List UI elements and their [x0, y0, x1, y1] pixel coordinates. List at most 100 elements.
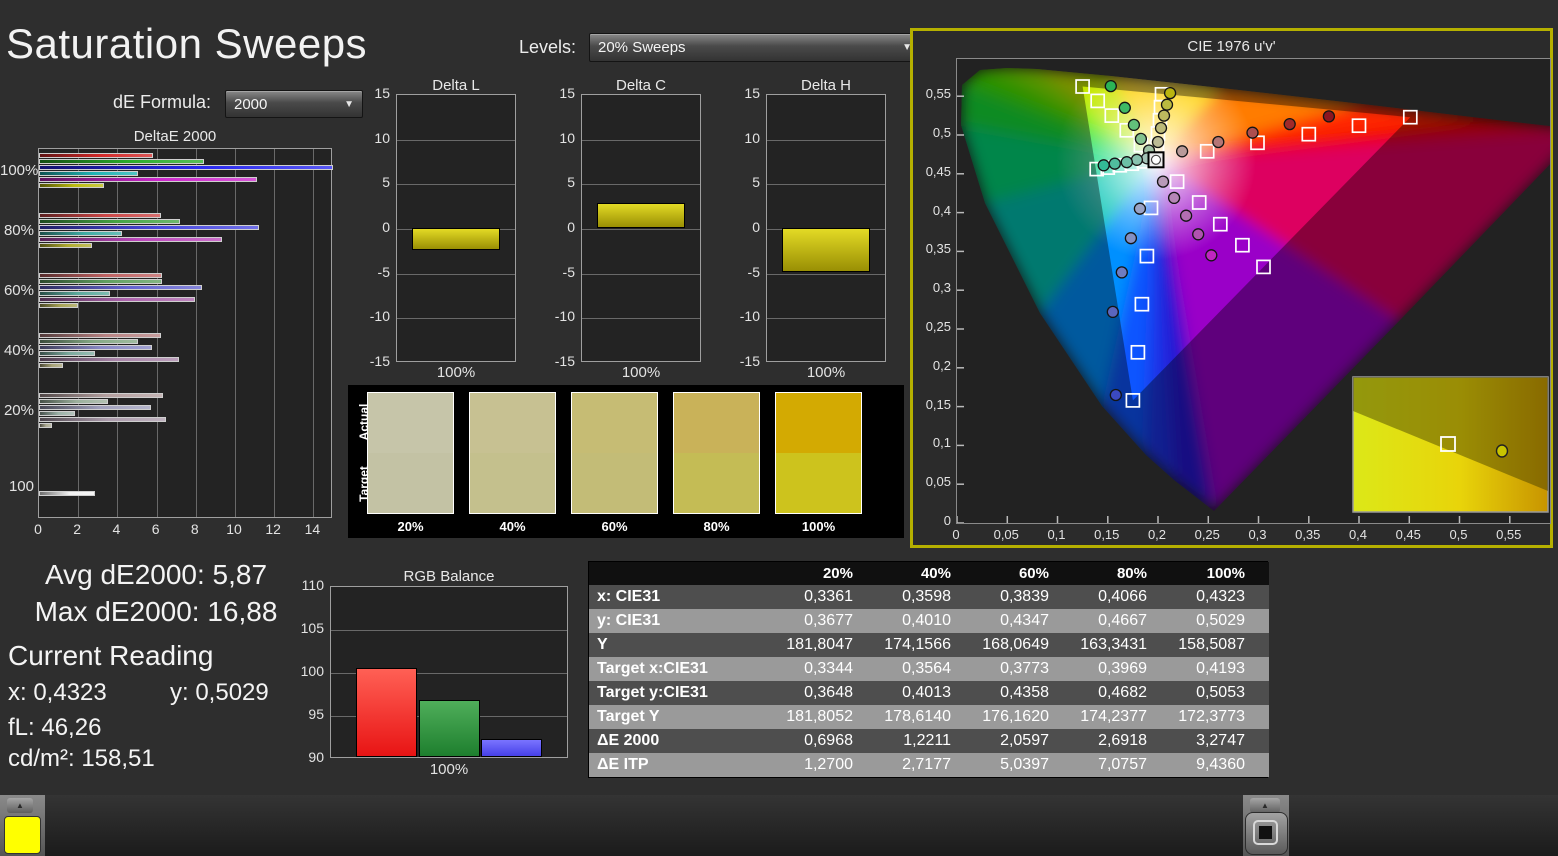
x-tick-label: 10: [226, 521, 242, 537]
deltae2000-plot: [38, 148, 333, 518]
gridline: [235, 149, 236, 517]
cie-x-tick: 0,45: [1395, 527, 1421, 542]
table-cell: 0,3839: [975, 585, 1073, 609]
stop-measure-button[interactable]: [1245, 812, 1288, 855]
de-bar-cyan: [39, 231, 122, 236]
x-tick-label: 0: [34, 521, 42, 537]
table-row-label: y: CIE31: [589, 609, 779, 633]
actual-color: [368, 393, 453, 453]
white-point-measured: [1150, 154, 1162, 165]
actual-target-swatch-panel: Actual Target 20% 40% 60% 80% 100%: [348, 385, 904, 538]
table-header: 100%: [1171, 562, 1269, 585]
measured-point-cyan: [1097, 159, 1110, 172]
measured-point-green: [1118, 101, 1131, 114]
gridline: [196, 149, 197, 517]
table-cell: 0,4682: [1073, 681, 1171, 705]
de-bar-yellow: [39, 423, 52, 428]
table-row-label: Target x:CIE31: [589, 657, 779, 681]
x-tick-label: 6: [151, 521, 160, 537]
table-row-label: ΔE ITP: [589, 753, 779, 777]
measured-point-red: [1246, 126, 1259, 139]
y-tick-label: -15: [554, 353, 575, 369]
target-color: [470, 453, 555, 513]
delta_l-title: Delta L: [432, 77, 480, 94]
de-bar-magenta: [39, 237, 222, 242]
y-tick-label: 0: [382, 219, 390, 235]
measured-point-yellow: [1160, 98, 1174, 111]
y-tick-label: -10: [554, 308, 575, 324]
cie-y-tick: 0,55: [925, 86, 951, 102]
gridline: [274, 149, 275, 517]
y-tick-label: -5: [747, 264, 760, 280]
table-cell: 0,5053: [1171, 681, 1269, 705]
measured-point-cyan: [1130, 153, 1144, 166]
levels-value: 20% Sweeps: [598, 39, 686, 56]
cie-y-tick: 0: [943, 513, 951, 528]
de-bar-yellow: [39, 243, 92, 248]
deltae2000-title: DeltaE 2000: [133, 128, 217, 145]
gridline: [397, 318, 515, 319]
table-cell: 0,4013: [877, 681, 975, 705]
current-reading-label: Current Reading: [8, 640, 214, 671]
gridline: [582, 274, 700, 275]
avg-de2000: Avg dE2000: 5,87: [44, 559, 268, 590]
de-bar-red: [39, 393, 163, 398]
table-cell: 176,1620: [975, 705, 1073, 729]
y-tick-label: -10: [739, 308, 760, 324]
de-summary: Avg dE2000: 5,87 Max dE2000: 16,88: [0, 556, 312, 630]
scroll-up-button[interactable]: ▲: [7, 798, 33, 813]
transport-scroll-up-button[interactable]: ▲: [1250, 798, 1280, 813]
measured-point-green: [1127, 118, 1141, 132]
de-bar-cyan: [39, 291, 110, 296]
measured-point-blue: [1124, 232, 1138, 245]
group-label: 20%: [3, 402, 34, 419]
x-tick-label: 14: [304, 521, 321, 537]
rgb-balance-plot: [330, 586, 568, 758]
cie-x-tick: 0,05: [993, 527, 1019, 542]
measured-point-blue: [1109, 388, 1122, 402]
de-bar-green: [39, 339, 138, 344]
table-cell: 3,2747: [1171, 729, 1269, 753]
y-tick-label: 90: [308, 749, 324, 765]
table-cell: 9,4360: [1171, 753, 1269, 777]
levels-dropdown[interactable]: 20% Sweeps ▼: [589, 33, 921, 62]
cie-x-tick: 0,5: [1449, 527, 1468, 542]
y-tick-label: -5: [377, 264, 390, 280]
cie-x-tick: 0,2: [1147, 527, 1167, 542]
rgb-bar-blue: [481, 739, 542, 757]
cie-y-tick: 0,5: [932, 125, 951, 140]
table-cell: 174,1566: [877, 633, 975, 657]
de-formula-dropdown[interactable]: 2000 ▼: [225, 90, 363, 118]
y-tick-label: 100: [300, 663, 324, 679]
measured-point-blue: [1115, 266, 1128, 279]
measured-point-red: [1175, 145, 1189, 158]
table-cell: 5,0397: [975, 753, 1073, 777]
de-bar-yellow: [39, 363, 63, 368]
de-bar-cyan: [39, 351, 95, 356]
patch-swatch-100%: [775, 392, 862, 514]
chevron-down-icon: ▼: [344, 98, 354, 110]
table-cell: 172,3773: [1171, 705, 1269, 729]
table-row-label: x: CIE31: [589, 585, 779, 609]
measured-point-red: [1322, 110, 1336, 123]
de-bar-magenta: [39, 177, 257, 182]
gridline: [397, 140, 515, 141]
target-color: [674, 453, 759, 513]
patch-swatch-40%: [469, 392, 556, 514]
de-bar-green: [39, 279, 162, 284]
delta_c-bar: [597, 203, 685, 228]
y-tick-label: 0: [752, 219, 760, 235]
y-tick-label: -15: [369, 353, 390, 369]
cie-y-tick: 0,4: [932, 202, 951, 218]
table-cell: 0,3344: [779, 657, 877, 681]
rgb-balance-title: RGB Balance: [403, 568, 495, 585]
measured-point-cyan: [1120, 156, 1133, 169]
patch-swatch-20%: [367, 392, 454, 514]
delta_c-title: Delta C: [615, 77, 667, 94]
table-header: 80%: [1073, 562, 1171, 585]
table-cell: 163,3431: [1073, 633, 1171, 657]
de-bar-green: [39, 159, 204, 164]
y-tick-label: 10: [374, 130, 390, 146]
cie-x-tick: 0,3: [1248, 527, 1267, 542]
group-label: 80%: [3, 222, 34, 239]
